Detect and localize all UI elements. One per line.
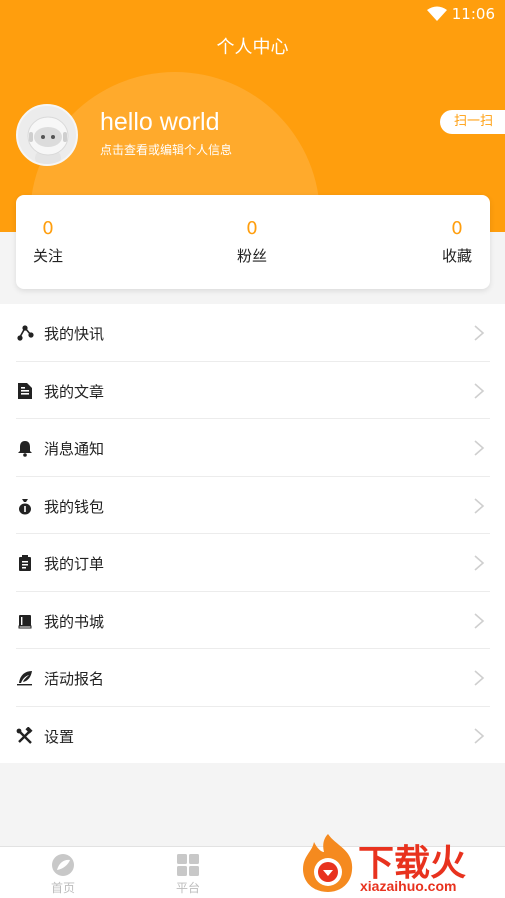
clipboard-icon [19,555,31,571]
menu-item-flash-news[interactable]: 我的快讯 [16,304,490,362]
menu-item-event-signup[interactable]: 活动报名 [16,649,490,707]
tab-platform[interactable]: 平台 [153,847,223,898]
page-title: 个人中心 [216,37,289,58]
bell-icon [18,441,32,457]
menu-item-label: 消息通知 [44,440,105,458]
scan-button[interactable]: 扫一扫 [440,110,505,134]
watermark-domain: xiazaihuo.com [360,878,457,894]
money-bag-icon [19,498,31,514]
chevron-right-icon [474,555,485,571]
share-nodes-icon [17,325,34,341]
menu-item-label: 我的快讯 [44,325,105,343]
menu-item-label: 设置 [44,727,75,746]
menu-item-articles[interactable]: 我的文章 [16,362,490,419]
menu-item-label: 活动报名 [44,670,105,688]
menu-item-label: 我的钱包 [44,497,105,516]
wifi-icon [427,6,447,21]
feather-icon [17,671,32,686]
tab-label: 平台 [175,881,200,895]
menu-item-notifications[interactable]: 消息通知 [16,419,490,477]
menu-item-orders[interactable]: 我的订单 [16,534,490,592]
chevron-right-icon [474,497,485,514]
stat-value: 0 [42,218,54,239]
chevron-right-icon [474,612,485,629]
chevron-right-icon [474,325,485,341]
stat-fans[interactable]: 0 粉丝 [212,195,292,289]
tools-icon [16,726,33,744]
home-leaf-icon [52,854,74,876]
stat-following[interactable]: 0 关注 [8,195,88,289]
menu-item-bookstore[interactable]: 我的书城 [16,592,490,649]
profile-edit-hint[interactable]: 点击查看或编辑个人信息 [100,141,232,158]
stat-favorites[interactable]: 0 收藏 [417,195,497,289]
menu-item-label: 我的文章 [44,382,105,401]
tab-label: 首页 [50,881,75,895]
status-time: 11:06 [451,5,495,23]
stats-card: 0 关注 0 粉丝 0 收藏 [16,195,490,289]
article-icon [18,382,32,399]
username[interactable]: hello world [100,108,220,137]
flame-logo-icon [303,834,353,892]
menu-item-label: 我的书城 [44,612,105,631]
menu-list: 我的快讯 我的文章 消息通知 我的钱包 我的订单 我的书城 活动报名 设置 [0,304,505,763]
chevron-right-icon [474,727,485,744]
stat-label: 关注 [32,247,63,265]
grid-icon [177,854,199,876]
stat-value: 0 [246,218,258,239]
stat-label: 粉丝 [236,247,267,265]
status-bar: 11:06 [0,0,505,28]
watermark: 下载火 xiazaihuo.com [298,832,503,896]
chevron-right-icon [474,670,485,686]
menu-item-settings[interactable]: 设置 [16,707,490,765]
book-icon [18,614,32,628]
menu-item-wallet[interactable]: 我的钱包 [16,477,490,534]
stat-value: 0 [451,218,463,239]
menu-item-label: 我的订单 [44,555,105,573]
tab-home[interactable]: 首页 [28,847,98,898]
avatar[interactable] [16,104,78,166]
chevron-right-icon [474,382,485,399]
stat-label: 收藏 [441,247,472,265]
chevron-right-icon [474,440,485,456]
